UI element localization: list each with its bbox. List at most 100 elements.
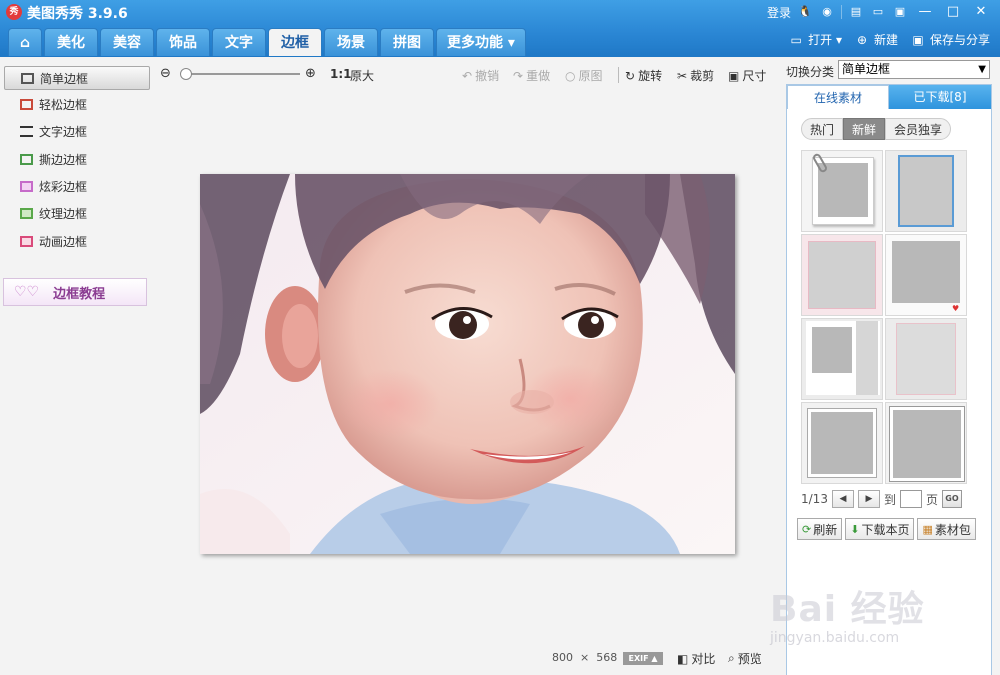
minimize-button[interactable]: — [914,3,936,21]
filter-vip[interactable]: 会员独享 [885,118,952,140]
tab-accessories[interactable]: 饰品 [156,28,210,56]
frame-thumbnail[interactable] [885,150,967,232]
actual-size-button[interactable]: 1:1 [330,67,352,81]
sidebar-item-easy-frame[interactable]: 轻松边框 [4,92,150,116]
original-label: 原图 [578,69,603,83]
resize-button[interactable]: ▣ 尺寸 [728,67,766,84]
category-value: 简单边框 [842,62,891,76]
resize-icon: ▣ [728,68,740,83]
page-number-input[interactable] [899,490,922,508]
sidebar-item-label: 纹理边框 [39,206,88,221]
frame-tutorial-button[interactable]: ♡♡ 边框教程 [3,278,147,306]
sidebar-item-label: 动画边框 [39,234,88,249]
go-button[interactable]: GO [941,490,962,508]
preview-button[interactable]: ⌕ 预览 [728,650,762,667]
sidebar-item-colorful-frame[interactable]: 炫彩边框 [4,174,150,198]
rotate-label: 旋转 [638,69,663,83]
save-label: 保存与分享 [929,33,990,47]
filter-hot[interactable]: 热门 [801,118,844,140]
text-frame-icon [20,125,33,137]
main-tabs: ⌂ 美化 美容 饰品 文字 边框 场景 拼图 更多功能 ▾ [8,28,526,56]
sidebar-item-simple-frame[interactable]: 简单边框 [4,66,150,90]
tab-beautify[interactable]: 美化 [44,28,98,56]
filter-new[interactable]: 新鲜 [843,118,886,140]
sidebar-item-animated-frame[interactable]: 动画边框 [4,229,150,253]
open-button[interactable]: ▭ 打开 ▾ [788,31,842,48]
frame-thumbnail[interactable]: ♥ [885,234,967,316]
app-logo-icon: 秀 [6,4,22,20]
tab-collage[interactable]: 拼图 [380,28,434,56]
new-button[interactable]: ⊕ 新建 [854,31,898,48]
tab-more-features[interactable]: 更多功能 ▾ [436,28,526,56]
refresh-label: 刷新 [813,522,838,537]
title-bar-controls: 登录 🐧 ◉ ▤ ▭ ▣ — □ ✕ [767,3,992,21]
compare-button[interactable]: ◧ 对比 [677,650,715,667]
tab-scene[interactable]: 场景 [324,28,378,56]
sidebar-item-label: 文字边框 [39,124,88,139]
baidu-watermark-url: jingyan.baidu.com [770,630,900,646]
tab-home[interactable]: ⌂ [8,28,42,56]
sidebar-item-text-frame[interactable]: 文字边框 [4,119,150,143]
frame-thumbnail[interactable] [801,234,883,316]
redo-button[interactable]: ↷ 重做 [513,67,550,84]
zoom-in-icon[interactable]: ⊕ [305,66,316,81]
material-tabs: 在线素材 已下载[8] [787,85,991,109]
package-icon: ▦ [922,522,933,536]
exif-label: EXIF [628,654,649,663]
material-pack-button[interactable]: ▦ 素材包 [917,518,976,540]
frame-thumbnail[interactable] [885,318,967,400]
document-icon[interactable]: ▤ [848,4,864,20]
app-title: 美图秀秀 3.9.6 [27,6,128,22]
tab-beauty[interactable]: 美容 [100,28,154,56]
refresh-button[interactable]: ⟳ 刷新 [797,518,843,540]
save-share-button[interactable]: ▣ 保存与分享 [910,31,990,48]
compare-icon: ◧ [677,651,689,666]
file-actions: ▭ 打开 ▾ ⊕ 新建 ▣ 保存与分享 [788,31,990,48]
download-page-button[interactable]: ⬇ 下载本页 [845,518,915,540]
scissors-icon: ✂ [677,68,688,83]
edit-toolbar: ⊖ ⊕ 1:1 原大 ↶ 撤销 ↷ 重做 ○ 原图 ↻ 旋转 ✂ 裁剪 ▣ 尺寸 [155,62,780,88]
tutorial-label: 边框教程 [53,286,106,302]
frame-thumbnail[interactable] [801,150,883,232]
image-height: 568 [596,651,618,664]
original-icon: ○ [565,68,576,83]
category-select[interactable]: 简单边框 ▼ [838,60,990,79]
pagination: 1/13 ◀ ▶ 到 页 GO [801,490,962,508]
zoom-slider-handle[interactable] [180,68,192,80]
maximize-button[interactable]: □ [942,3,964,21]
menu-icon[interactable]: ▣ [892,4,908,20]
next-page-button[interactable]: ▶ [857,490,880,508]
sidebar-item-texture-frame[interactable]: 纹理边框 [4,201,150,225]
plus-icon: ⊕ [856,32,867,47]
login-link[interactable]: 登录 [767,4,791,21]
undo-icon: ↶ [462,68,473,83]
zoom-slider[interactable] [183,73,300,75]
tab-text[interactable]: 文字 [212,28,266,56]
qq-icon[interactable]: 🐧 [797,4,813,20]
category-label: 切换分类 [786,65,835,79]
exif-button[interactable]: EXIF ▲ [623,652,663,665]
frame-thumbnail[interactable] [801,318,883,400]
prev-page-button[interactable]: ◀ [831,490,854,508]
original-button[interactable]: ○ 原图 [565,67,603,84]
tab-frame[interactable]: 边框 [268,28,322,56]
actual-size-label[interactable]: 原大 [350,67,374,84]
torn-frame-icon [20,153,33,165]
rotate-button[interactable]: ↻ 旋转 [625,67,662,84]
colorful-frame-icon [20,180,33,192]
photo-preview[interactable] [200,174,735,554]
image-width: 800 [552,651,573,664]
tab-online-materials[interactable]: 在线素材 [787,85,889,109]
undo-button[interactable]: ↶ 撤销 [462,67,499,84]
goto-label: 到 [883,492,896,507]
message-icon[interactable]: ▭ [870,4,886,20]
crop-button[interactable]: ✂ 裁剪 [677,67,714,84]
tab-downloaded[interactable]: 已下载[8] [889,85,991,109]
zoom-out-icon[interactable]: ⊖ [160,66,171,81]
close-button[interactable]: ✕ [970,3,992,21]
frame-thumbnail[interactable] [801,402,883,484]
weibo-icon[interactable]: ◉ [819,4,835,20]
frame-thumbnail[interactable] [885,402,967,484]
sidebar-item-torn-frame[interactable]: 撕边边框 [4,147,150,171]
image-canvas [155,90,780,650]
